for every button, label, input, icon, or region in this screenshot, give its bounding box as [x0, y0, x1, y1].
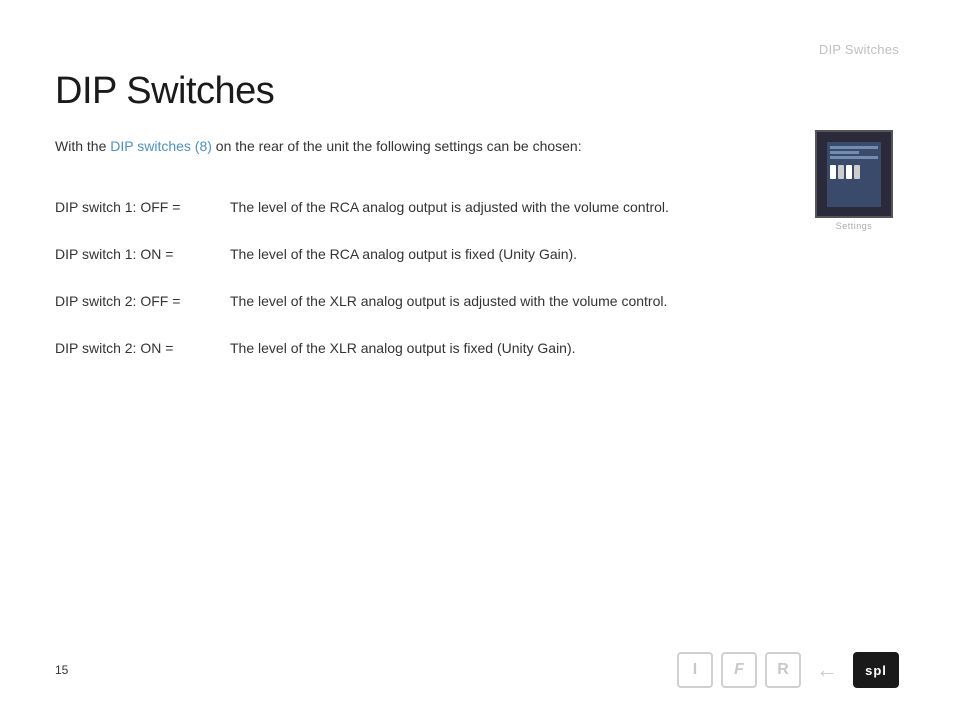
footer-icons: I F R ← spl [677, 652, 899, 688]
screen-line-2 [830, 151, 859, 154]
switch-row-4: DIP switch 2: ON = The level of the XLR … [55, 338, 785, 359]
footer-icon-f[interactable]: F [721, 652, 757, 688]
switch-row-2: DIP switch 1: ON = The level of the RCA … [55, 244, 785, 265]
footer-icon-i[interactable]: I [677, 652, 713, 688]
switch-description-4: The level of the XLR analog output is fi… [230, 338, 576, 359]
footer-icon-r-label: R [777, 661, 789, 679]
switch-table: DIP switch 1: OFF = The level of the RCA… [55, 197, 785, 359]
footer-icon-arrow[interactable]: ← [809, 652, 845, 688]
switch-row-1: DIP switch 1: OFF = The level of the RCA… [55, 197, 785, 218]
intro-text-before: With the [55, 138, 110, 154]
spl-logo: spl [853, 652, 899, 688]
screen-line-3 [830, 156, 878, 159]
dip-switch-visual-2 [838, 165, 844, 179]
dip-switch-visual-4 [854, 165, 860, 179]
settings-image-container: Settings [809, 130, 899, 231]
section-label: DIP Switches [819, 42, 899, 57]
settings-screen [827, 142, 881, 207]
page-title: DIP Switches [55, 70, 899, 113]
switch-label-2: DIP switch 1: ON = [55, 244, 230, 265]
switch-description-3: The level of the XLR analog output is ad… [230, 291, 667, 312]
intro-paragraph: With the DIP switches (8) on the rear of… [55, 135, 899, 157]
settings-device-image [815, 130, 893, 218]
dip-switch-visual-1 [830, 165, 836, 179]
footer-icon-r[interactable]: R [765, 652, 801, 688]
screen-line-1 [830, 146, 878, 149]
spl-logo-text: spl [865, 663, 887, 678]
switch-label-4: DIP switch 2: ON = [55, 338, 230, 359]
footer-arrow-label: ← [816, 657, 838, 683]
footer-icon-f-label: F [734, 661, 744, 679]
switch-row-3: DIP switch 2: OFF = The level of the XLR… [55, 291, 785, 312]
dip-switch-visual-3 [846, 165, 852, 179]
page-container: DIP Switches Settings DIP Switches With … [0, 0, 954, 716]
switch-label-3: DIP switch 2: OFF = [55, 291, 230, 312]
footer-icon-i-label: I [693, 661, 697, 679]
switch-description-1: The level of the RCA analog output is ad… [230, 197, 669, 218]
switch-label-1: DIP switch 1: OFF = [55, 197, 230, 218]
dip-switches-visual [830, 165, 860, 179]
footer: 15 I F R ← spl [0, 652, 954, 688]
settings-image-label: Settings [809, 221, 899, 231]
switch-description-2: The level of the RCA analog output is fi… [230, 244, 577, 265]
intro-text-after: on the rear of the unit the following se… [212, 138, 582, 154]
dip-switches-link[interactable]: DIP switches (8) [110, 138, 212, 154]
page-number: 15 [55, 663, 677, 677]
